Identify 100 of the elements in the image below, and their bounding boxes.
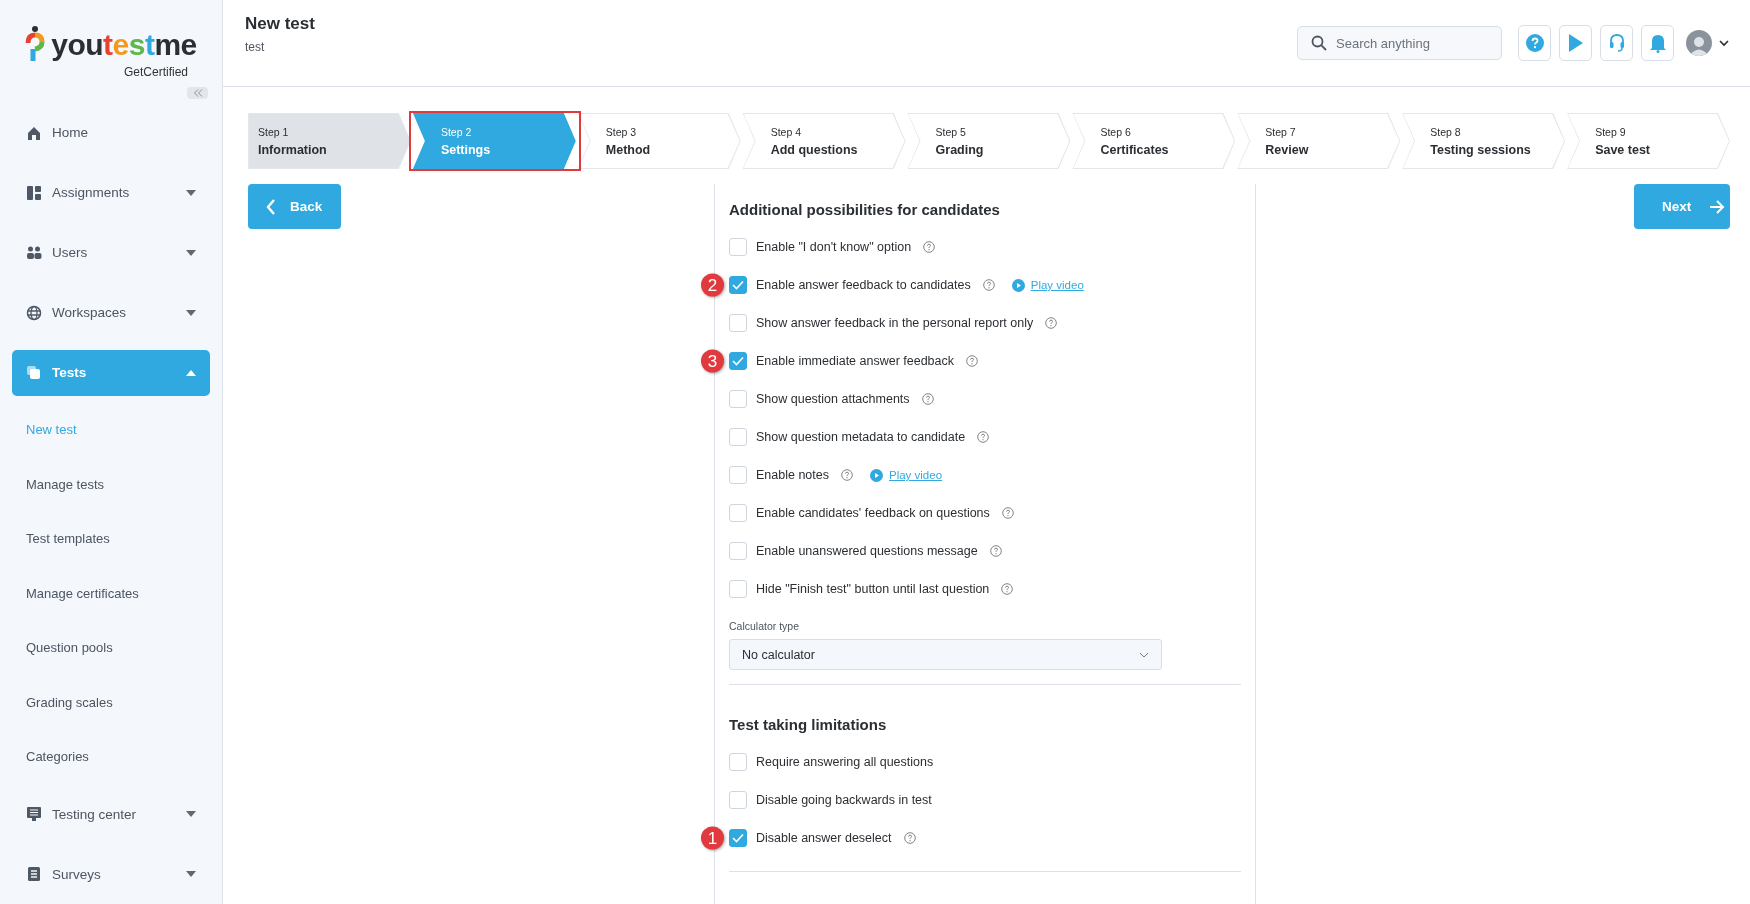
- help-icon[interactable]: [923, 241, 936, 253]
- sidebar-subitem[interactable]: Grading scales: [0, 675, 222, 730]
- wizard-step[interactable]: Step 4 Add questions: [742, 113, 906, 169]
- search-icon: [1311, 35, 1327, 51]
- logo-icon: [25, 26, 46, 64]
- option-label: Disable answer deselect: [756, 831, 892, 845]
- play-button[interactable]: [1559, 25, 1592, 61]
- notifications-button[interactable]: [1641, 25, 1674, 61]
- wizard-step[interactable]: Step 6 Certificates: [1072, 113, 1236, 169]
- sidebar-item[interactable]: Users: [12, 229, 210, 276]
- play-icon: [870, 468, 883, 482]
- checkbox[interactable]: [729, 428, 747, 446]
- option-label: Show question metadata to candidate: [756, 430, 966, 444]
- checkbox[interactable]: [729, 276, 747, 294]
- checkbox[interactable]: [729, 504, 747, 522]
- option-label: Enable notes: [756, 468, 829, 482]
- play-icon: [1011, 278, 1025, 292]
- sidebar-subitem[interactable]: Manage tests: [0, 457, 222, 512]
- caret-icon: [186, 249, 196, 256]
- play-icon: [1567, 33, 1584, 53]
- checkbox[interactable]: [729, 829, 747, 847]
- field-label: Calculator type: [729, 620, 801, 632]
- step-number-badge: 1: [701, 826, 724, 850]
- collapse-sidebar-button[interactable]: [187, 87, 208, 99]
- avatar[interactable]: [1686, 30, 1712, 56]
- help-icon[interactable]: [989, 545, 1002, 557]
- page-title: New test: [245, 14, 316, 34]
- sidebar-item[interactable]: Testing center: [12, 791, 210, 837]
- wizard-step[interactable]: Step 5 Grading: [907, 113, 1071, 169]
- section-title: Test taking limitations: [729, 715, 888, 735]
- help-icon[interactable]: [1001, 583, 1014, 595]
- sidebar-subitem[interactable]: Categories: [0, 729, 222, 784]
- chevron-down-icon: [1139, 651, 1149, 658]
- bell-icon: [1648, 33, 1667, 53]
- chevron-left-icon: [266, 198, 276, 215]
- sidebar-item[interactable]: Surveys: [12, 851, 210, 897]
- checkbox[interactable]: [729, 791, 747, 809]
- step-number-badge: 2: [701, 273, 724, 297]
- checkbox[interactable]: [729, 542, 747, 560]
- caret-icon: [186, 871, 196, 877]
- sidebar-item[interactable]: Assignments: [12, 169, 210, 216]
- checkbox[interactable]: [729, 352, 747, 370]
- caret-icon: [186, 189, 196, 196]
- help-icon: [1525, 34, 1544, 52]
- help-icon[interactable]: [1045, 317, 1058, 329]
- menu-icon: [26, 806, 42, 822]
- logo-text: youtestme: [51, 30, 197, 60]
- checkbox[interactable]: [729, 314, 747, 332]
- sidebar-subitem[interactable]: Question pools: [0, 620, 222, 675]
- sidebar-subitem[interactable]: Test templates: [0, 511, 222, 566]
- headset-button[interactable]: [1600, 25, 1633, 61]
- checkbox[interactable]: [729, 390, 747, 408]
- help-icon[interactable]: [1001, 507, 1014, 519]
- caret-icon: [186, 369, 196, 376]
- help-icon[interactable]: [903, 832, 916, 844]
- arrow-right-icon: [1709, 199, 1726, 214]
- wizard-step[interactable]: Step 1 Information: [248, 113, 411, 169]
- chevron-down-icon[interactable]: [1718, 39, 1730, 47]
- search-field[interactable]: Search anything: [1297, 26, 1502, 60]
- caret-icon: [186, 811, 196, 817]
- option-label: Show answer feedback in the personal report only: [756, 316, 1034, 330]
- sidebar-subitem[interactable]: Manage certificates: [0, 566, 222, 621]
- checkbox[interactable]: [729, 580, 747, 598]
- option-label: Disable going backwards in test: [756, 793, 932, 807]
- logo-tagline: GetCertified: [123, 65, 188, 79]
- menu-icon: [26, 866, 42, 882]
- checkbox[interactable]: [729, 466, 747, 484]
- option-label: Enable immediate answer feedback: [756, 354, 955, 368]
- checkbox[interactable]: [729, 753, 747, 771]
- option-label: Enable unanswered questions message: [756, 544, 978, 558]
- option-label: Hide "Finish test" button until last question: [756, 582, 990, 596]
- help-icon[interactable]: [841, 469, 853, 481]
- wizard-step[interactable]: Step 8 Testing sessions: [1402, 113, 1566, 169]
- menu-icon: [26, 244, 42, 261]
- checkmark-icon: [732, 833, 744, 843]
- headset-icon: [1608, 33, 1625, 53]
- sidebar-item[interactable]: Home: [12, 109, 210, 156]
- sidebar-item[interactable]: Workspaces: [12, 289, 210, 336]
- option-label: Show question attachments: [756, 392, 910, 406]
- option-label: Enable answer feedback to candidates: [756, 278, 971, 292]
- option-label: Require answering all questions: [756, 755, 934, 769]
- option-label: Enable candidates' feedback on questions: [756, 506, 990, 520]
- menu-icon: [26, 304, 42, 321]
- page-subtitle: test: [245, 40, 266, 54]
- help-icon[interactable]: [982, 279, 995, 291]
- wizard-step[interactable]: Step 7 Review: [1237, 113, 1401, 169]
- double-chevron-left-icon: [192, 88, 203, 97]
- step-number-badge: 3: [701, 349, 724, 373]
- help-icon[interactable]: [921, 393, 934, 405]
- option-label: Enable "I don't know" option: [756, 240, 912, 254]
- help-icon[interactable]: [966, 355, 979, 367]
- menu-icon: [26, 124, 42, 141]
- calculator-type-dropdown[interactable]: No calculator: [729, 639, 1162, 670]
- checkmark-icon: [732, 356, 744, 366]
- section-title: Additional possibilities for candidates: [729, 200, 1001, 220]
- checkbox[interactable]: [729, 238, 747, 256]
- menu-icon: [26, 364, 42, 381]
- help-button[interactable]: [1518, 25, 1551, 61]
- wizard-step[interactable]: Step 9 Save test: [1567, 113, 1730, 169]
- help-icon[interactable]: [977, 431, 990, 443]
